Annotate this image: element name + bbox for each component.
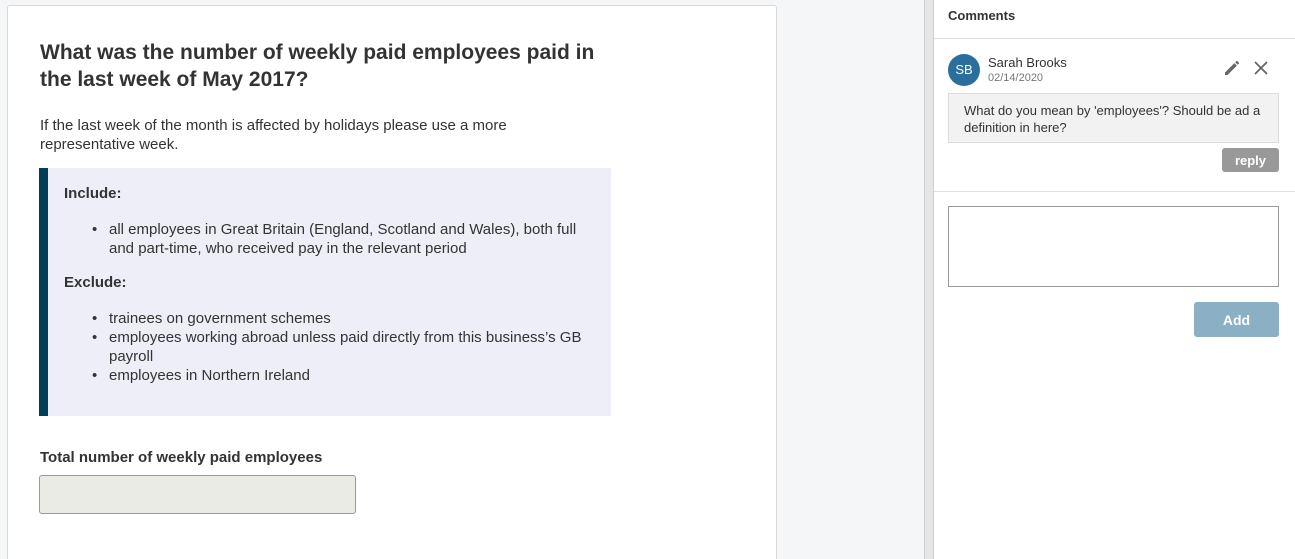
exclude-item: trainees on government schemes: [92, 309, 592, 328]
comment-date: 02/14/2020: [988, 72, 1044, 84]
exclude-item: employees working abroad unless paid dir…: [92, 328, 592, 366]
divider: [934, 191, 1295, 192]
new-comment-textarea[interactable]: [948, 206, 1279, 287]
comments-title: Comments: [948, 8, 1016, 23]
question-card: What was the number of weekly paid emplo…: [7, 5, 777, 559]
avatar: SB: [948, 54, 980, 86]
exclude-list: trainees on government schemes employees…: [92, 309, 592, 385]
divider: [934, 38, 1295, 39]
panel-divider[interactable]: [924, 0, 934, 559]
comments-panel: Comments SB Sarah Brooks 02/14/2020 What…: [934, 0, 1295, 559]
guidance-panel: Include: all employees in Great Britain …: [39, 168, 611, 416]
weekly-paid-employees-input[interactable]: [39, 475, 356, 514]
include-heading: Include:: [64, 185, 122, 202]
answer-label: Total number of weekly paid employees: [40, 449, 323, 466]
close-icon[interactable]: [1254, 61, 1268, 75]
pencil-icon[interactable]: [1223, 59, 1241, 77]
question-description: If the last week of the month is affecte…: [40, 117, 507, 153]
include-item: all employees in Great Britain (England,…: [92, 220, 592, 258]
add-comment-button[interactable]: Add: [1194, 302, 1279, 337]
comment-author: Sarah Brooks: [988, 55, 1067, 70]
question-title: What was the number of weekly paid emplo…: [40, 41, 595, 91]
include-list: all employees in Great Britain (England,…: [92, 220, 592, 258]
reply-button[interactable]: reply: [1222, 148, 1279, 172]
exclude-item: employees in Northern Ireland: [92, 366, 592, 385]
comment-text: What do you mean by 'employees'? Should …: [948, 93, 1279, 143]
exclude-heading: Exclude:: [64, 274, 127, 291]
